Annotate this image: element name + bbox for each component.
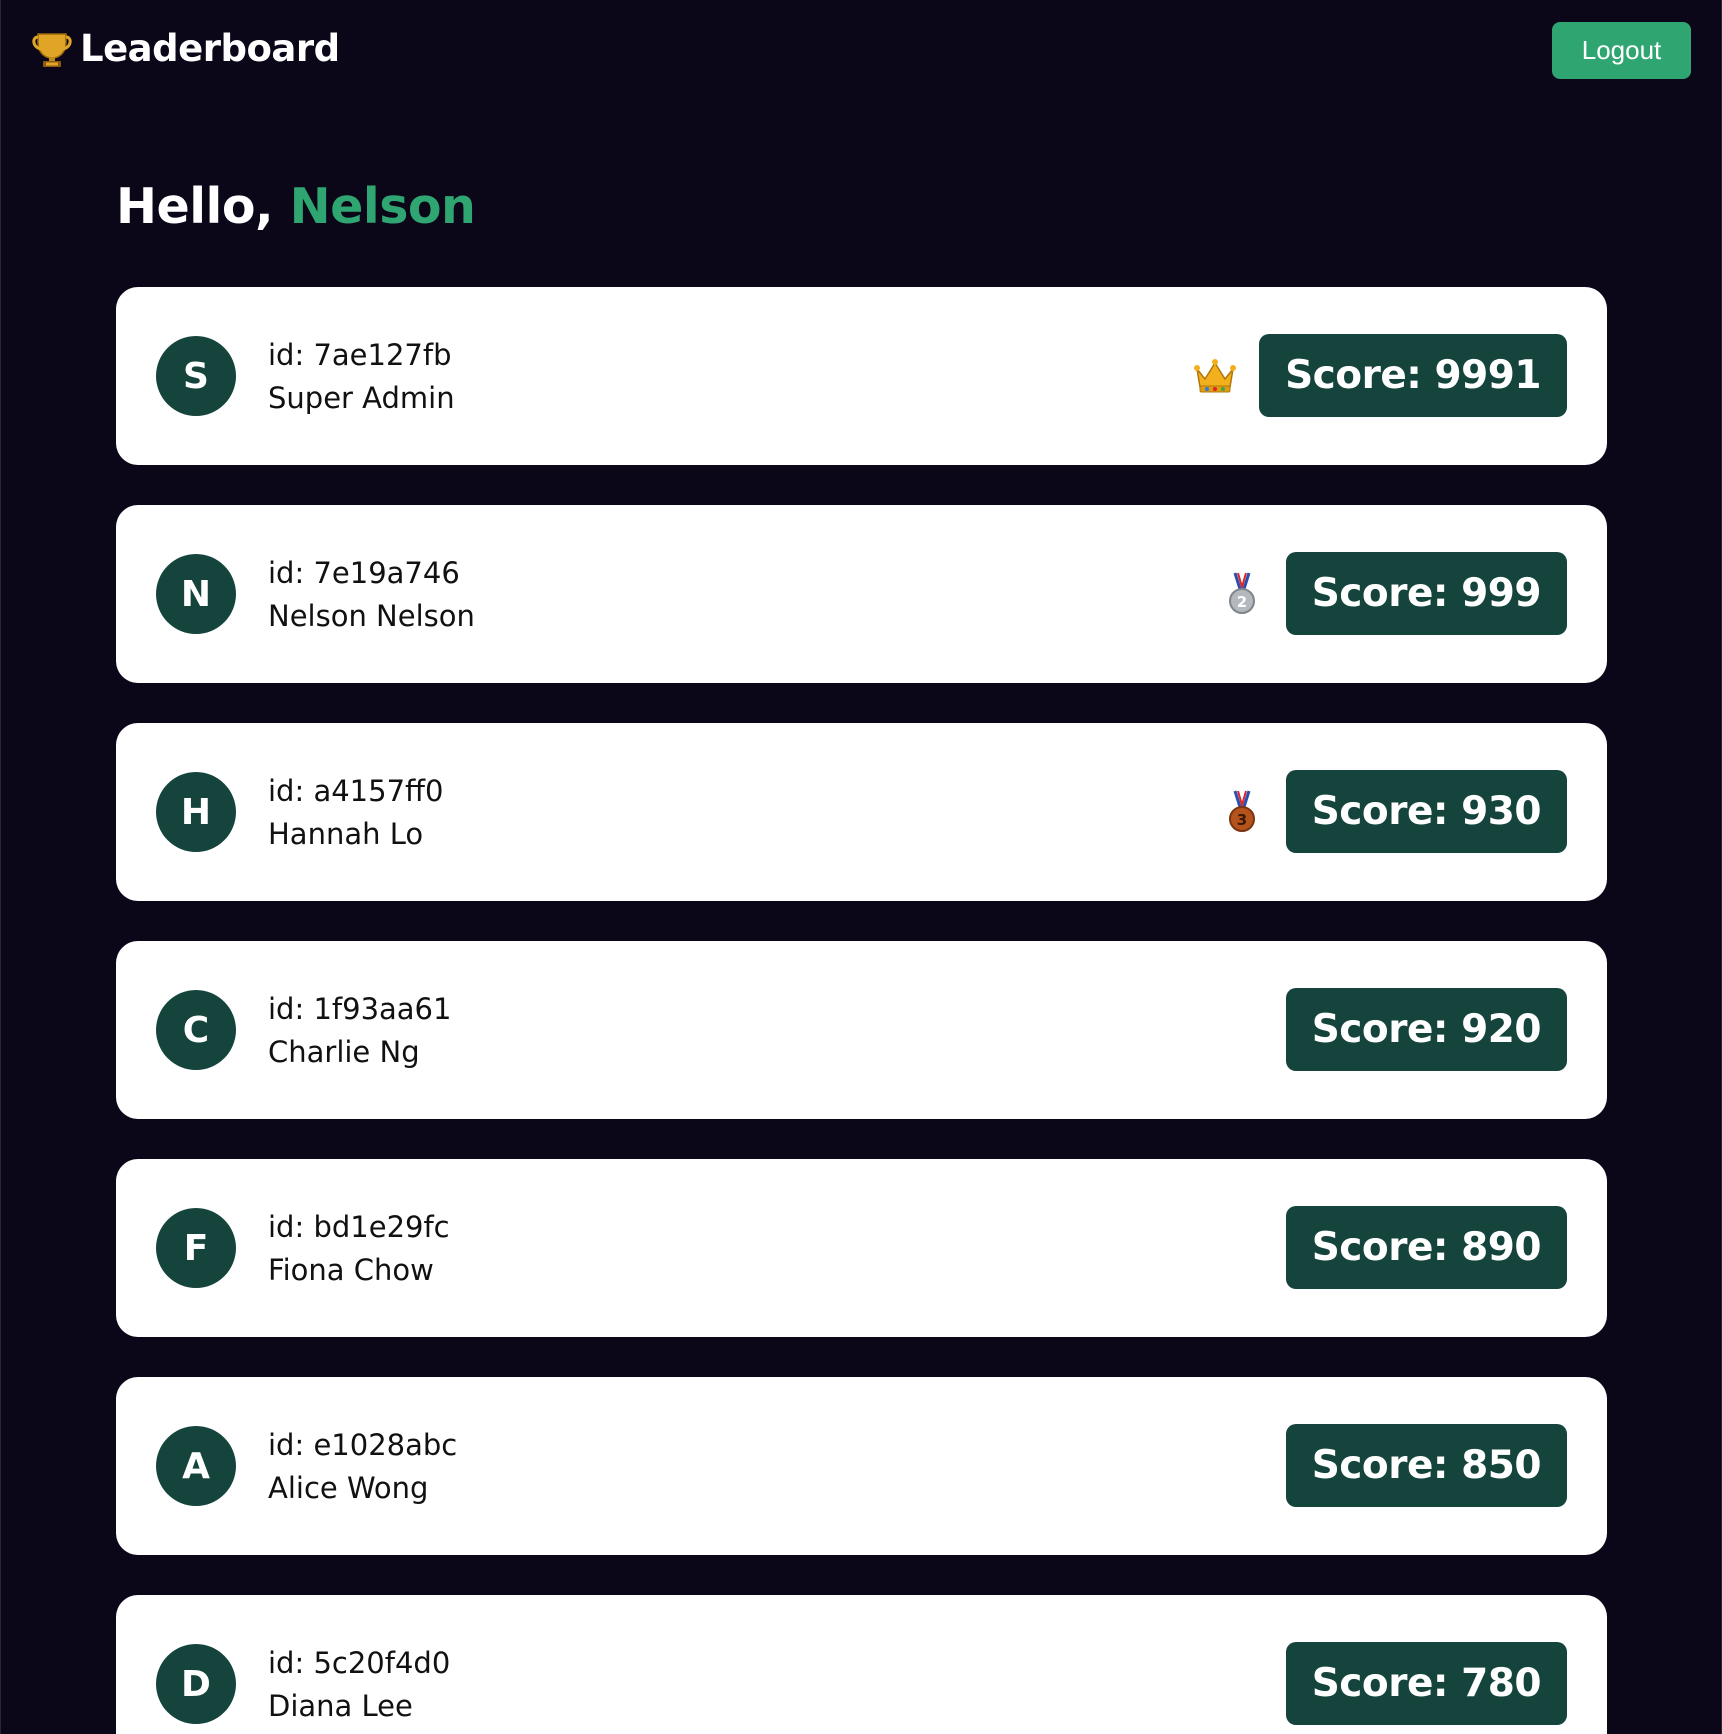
logout-button[interactable]: Logout — [1552, 22, 1691, 79]
player-name: Hannah Lo — [268, 817, 424, 851]
avatar: S — [156, 336, 236, 416]
player-info: id: e1028abc Alice Wong — [268, 1424, 457, 1510]
player-id: id: 7e19a746 — [268, 556, 460, 590]
svg-text:2: 2 — [1237, 593, 1247, 611]
leaderboard-row: H id: a4157ff0 Hannah Lo 3 Score: 930 — [116, 723, 1607, 901]
avatar: H — [156, 772, 236, 852]
player-info: id: bd1e29fc Fiona Chow — [268, 1206, 450, 1292]
silver-medal-icon: 2 — [1220, 571, 1264, 617]
rank-and-score: 2 Score: 999 — [1220, 552, 1567, 635]
rank-and-score: 3 Score: 930 — [1220, 770, 1567, 853]
greeting-prefix: Hello, — [116, 178, 290, 235]
avatar: C — [156, 990, 236, 1070]
player-name: Charlie Ng — [268, 1035, 420, 1069]
player-id: id: e1028abc — [268, 1428, 458, 1462]
player-id: id: bd1e29fc — [268, 1210, 450, 1244]
player-id: id: a4157ff0 — [268, 774, 444, 808]
player-name: Diana Lee — [268, 1689, 413, 1723]
avatar: N — [156, 554, 236, 634]
rank-and-score: Score: 890 — [1285, 1206, 1567, 1289]
score-badge: Score: 920 — [1285, 988, 1567, 1071]
bronze-medal-icon: 3 — [1220, 789, 1264, 835]
score-badge: Score: 9991 — [1259, 334, 1567, 417]
avatar: D — [156, 1644, 236, 1724]
leaderboard-row: F id: bd1e29fc Fiona Chow Score: 890 — [116, 1159, 1607, 1337]
top-bar: Leaderboard Logout — [1, 0, 1722, 100]
player-id: id: 1f93aa61 — [268, 992, 452, 1026]
player-info: id: 1f93aa61 Charlie Ng — [268, 988, 451, 1074]
player-name: Super Admin — [268, 381, 455, 415]
leaderboard-row: S id: 7ae127fb Super Admin Score: 9991 — [116, 287, 1607, 465]
greeting-user-name: Nelson — [289, 178, 476, 235]
avatar: A — [156, 1426, 236, 1506]
score-badge: Score: 890 — [1285, 1206, 1567, 1289]
crown-icon — [1193, 353, 1237, 399]
player-info: id: 5c20f4d0 Diana Lee — [268, 1642, 450, 1728]
rank-and-score: Score: 9991 — [1193, 334, 1567, 417]
rank-and-score: Score: 920 — [1285, 988, 1567, 1071]
player-id: id: 7ae127fb — [268, 338, 452, 372]
leaderboard-row: N id: 7e19a746 Nelson Nelson 2 Score: 99… — [116, 505, 1607, 683]
rank-and-score: Score: 850 — [1285, 1424, 1567, 1507]
score-badge: Score: 999 — [1285, 552, 1567, 635]
player-info: id: 7ae127fb Super Admin — [268, 334, 455, 420]
player-name: Fiona Chow — [268, 1253, 434, 1287]
avatar: F — [156, 1208, 236, 1288]
app-title: Leaderboard — [80, 27, 340, 70]
leaderboard-row: C id: 1f93aa61 Charlie Ng Score: 920 — [116, 941, 1607, 1119]
player-info: id: 7e19a746 Nelson Nelson — [268, 552, 475, 638]
leaderboard-row: D id: 5c20f4d0 Diana Lee Score: 780 — [116, 1595, 1607, 1734]
leaderboard-row: A id: e1028abc Alice Wong Score: 850 — [116, 1377, 1607, 1555]
trophy-icon — [32, 28, 72, 70]
score-badge: Score: 930 — [1285, 770, 1567, 853]
greeting-heading: Hello, Nelson — [116, 178, 476, 235]
svg-text:3: 3 — [1237, 811, 1247, 829]
score-badge: Score: 780 — [1285, 1642, 1567, 1725]
player-info: id: a4157ff0 Hannah Lo — [268, 770, 443, 856]
player-name: Nelson Nelson — [268, 599, 475, 633]
leaderboard-list: S id: 7ae127fb Super Admin Score: 9991 N… — [116, 287, 1607, 1734]
brand: Leaderboard — [32, 27, 340, 70]
leaderboard-page: Leaderboard Logout Hello, Nelson S id: 7… — [0, 0, 1722, 1734]
score-badge: Score: 850 — [1285, 1424, 1567, 1507]
player-id: id: 5c20f4d0 — [268, 1646, 451, 1680]
rank-and-score: Score: 780 — [1285, 1642, 1567, 1725]
player-name: Alice Wong — [268, 1471, 429, 1505]
